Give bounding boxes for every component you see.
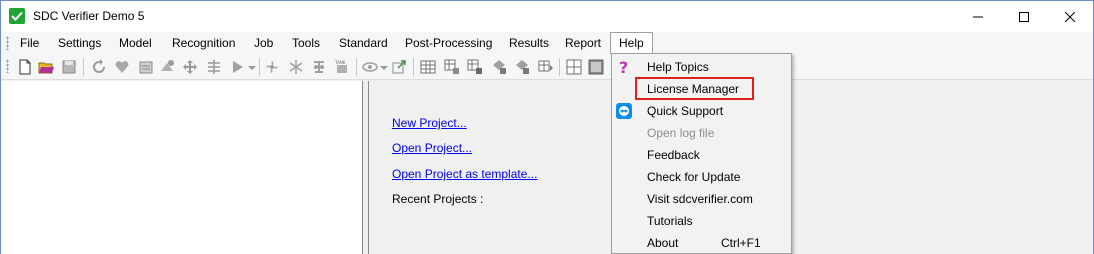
maximize-icon <box>1019 11 1029 22</box>
recent-projects-label: Recent Projects : <box>392 192 484 206</box>
menu-job[interactable]: Job <box>254 32 273 54</box>
svg-text:?: ? <box>619 59 628 75</box>
tank-icon[interactable]: TANK <box>334 59 350 75</box>
toolbar-separator <box>559 58 560 76</box>
transform-icon[interactable] <box>159 59 175 75</box>
menu-post-processing[interactable]: Post-Processing <box>405 32 492 54</box>
menu-item-tutorials[interactable]: Tutorials <box>613 210 790 232</box>
align-icon[interactable] <box>206 59 222 75</box>
grid-chart-icon[interactable] <box>538 59 554 75</box>
menu-settings[interactable]: Settings <box>58 32 101 54</box>
toolbar-separator <box>413 58 414 76</box>
move-icon[interactable] <box>182 59 198 75</box>
project-tree-panel <box>1 81 363 254</box>
export-icon[interactable] <box>391 59 407 75</box>
menu-item-visit-website[interactable]: Visit sdcverifier.com <box>613 188 790 210</box>
open-project-template-link[interactable]: Open Project as template... <box>392 167 537 181</box>
minimize-button[interactable] <box>955 1 1001 32</box>
menu-model[interactable]: Model <box>119 32 152 54</box>
save-icon[interactable] <box>61 59 77 75</box>
menu-item-feedback[interactable]: Feedback <box>613 144 790 166</box>
menu-item-quick-support[interactable]: Quick Support <box>613 100 790 122</box>
menu-item-about[interactable]: About Ctrl+F1 <box>613 232 790 254</box>
menu-item-check-update[interactable]: Check for Update <box>613 166 790 188</box>
fan-icon[interactable] <box>264 59 280 75</box>
teamviewer-icon <box>616 103 632 119</box>
table-chart-icon[interactable] <box>444 59 460 75</box>
about-shortcut: Ctrl+F1 <box>721 236 761 250</box>
menu-recognition[interactable]: Recognition <box>172 32 235 54</box>
app-check-icon <box>9 8 25 24</box>
window-icon[interactable] <box>588 59 604 75</box>
shapes-icon[interactable] <box>491 59 507 75</box>
diamond-icon[interactable] <box>514 59 530 75</box>
toolbar-grip[interactable] <box>6 59 9 73</box>
menu-file[interactable]: File <box>20 32 39 54</box>
open-folder-icon[interactable] <box>38 59 54 75</box>
menu-item-help-topics[interactable]: ? Help Topics <box>613 56 790 78</box>
maximize-button[interactable] <box>1001 1 1047 32</box>
svg-text:TANK: TANK <box>334 60 346 65</box>
menu-standard[interactable]: Standard <box>339 32 388 54</box>
window-title: SDC Verifier Demo 5 <box>33 9 145 23</box>
dropdown-arrow-icon[interactable] <box>244 59 260 75</box>
toolbar-separator <box>259 58 260 76</box>
grid-icon[interactable] <box>566 59 582 75</box>
heart-icon[interactable] <box>114 59 130 75</box>
menu-item-license-manager[interactable]: License Manager <box>613 78 790 100</box>
crane-icon[interactable] <box>311 59 327 75</box>
title-bar: SDC Verifier Demo 5 <box>1 1 1093 32</box>
close-button[interactable] <box>1047 1 1093 32</box>
table-edit-icon[interactable] <box>467 59 483 75</box>
menu-tools[interactable]: Tools <box>292 32 320 54</box>
menubar-grip[interactable] <box>6 36 9 50</box>
toolbar-separator <box>356 58 357 76</box>
table-icon[interactable] <box>420 59 436 75</box>
menu-report[interactable]: Report <box>565 32 601 54</box>
close-icon <box>1065 11 1075 22</box>
refresh-icon[interactable] <box>91 59 107 75</box>
menu-results[interactable]: Results <box>509 32 549 54</box>
menu-help[interactable]: Help <box>610 32 653 54</box>
menu-item-open-log-file: Open log file <box>647 126 715 140</box>
question-icon: ? <box>619 59 628 75</box>
app-window: SDC Verifier Demo 5 File Settings Model … <box>0 0 1094 254</box>
toolbar-separator <box>83 58 84 76</box>
menu-bar: File Settings Model Recognition Job Tool… <box>1 32 1093 54</box>
new-project-link[interactable]: New Project... <box>392 116 467 130</box>
open-project-link[interactable]: Open Project... <box>392 141 472 155</box>
calculator-icon[interactable] <box>138 59 154 75</box>
eye-dropdown-icon[interactable] <box>376 59 392 75</box>
toolbar: TANK <box>1 54 1093 80</box>
minimize-icon <box>973 16 983 17</box>
new-file-icon[interactable] <box>17 59 33 75</box>
snowflake-icon[interactable] <box>288 59 304 75</box>
help-dropdown-menu: ? Help Topics License Manager Quick Supp… <box>611 53 792 254</box>
